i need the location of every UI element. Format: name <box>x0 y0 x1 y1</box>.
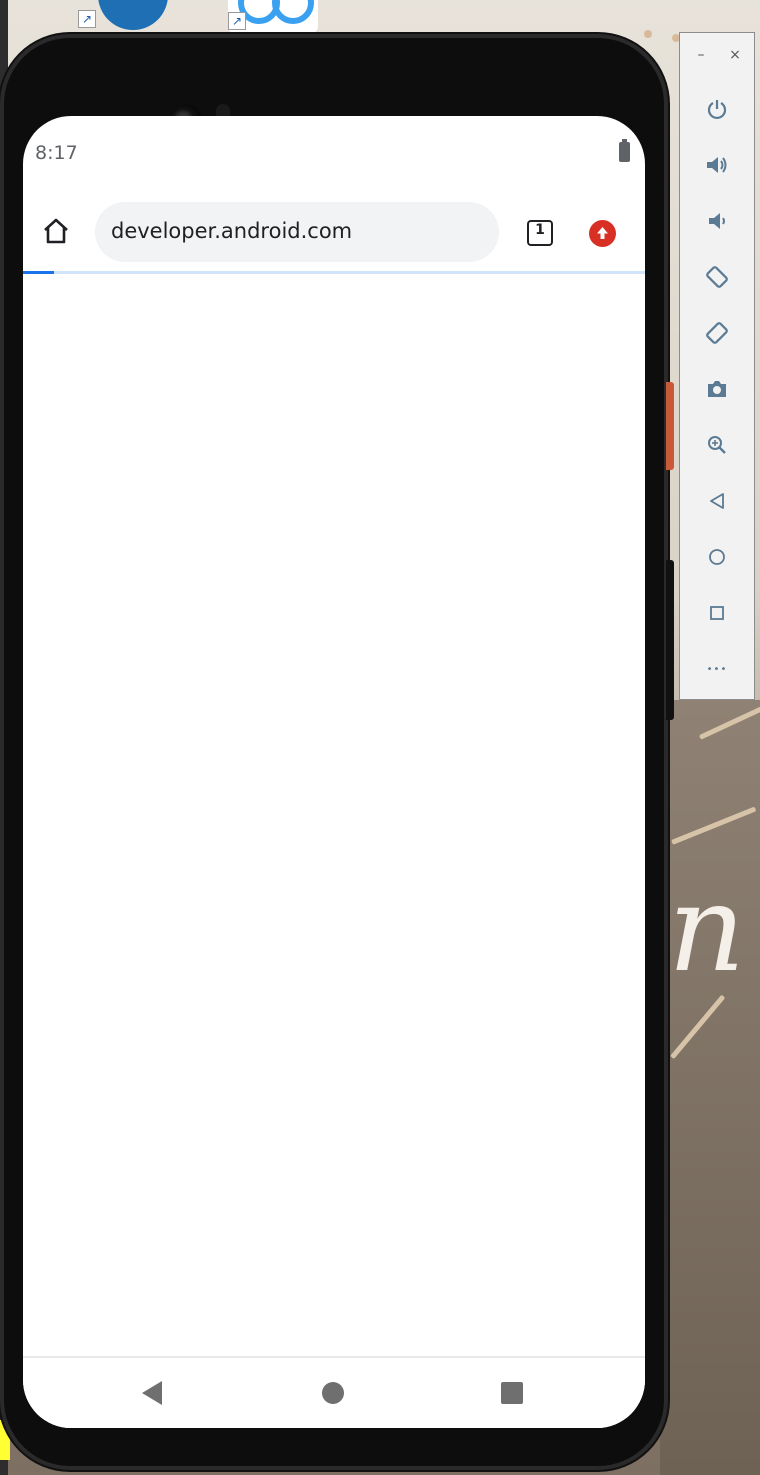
address-bar[interactable]: developer.android.com <box>95 202 499 262</box>
emulator-title-bar: – × <box>680 33 754 79</box>
recents-icon[interactable] <box>501 1382 523 1404</box>
system-nav-bar <box>23 1356 645 1428</box>
volume-side-button[interactable] <box>666 560 674 720</box>
wallpaper <box>660 700 760 1475</box>
battery-icon <box>619 139 630 162</box>
more-icon[interactable]: ••• <box>702 654 732 684</box>
home-icon[interactable] <box>702 542 732 572</box>
volume-up-icon[interactable] <box>702 150 732 180</box>
progress-fill <box>23 271 55 274</box>
shortcut-arrow-icon: ↗ <box>78 10 96 28</box>
tab-switcher-icon[interactable]: 1 <box>527 220 553 246</box>
home-icon[interactable] <box>41 216 77 252</box>
shortcut-arrow-icon: ↗ <box>228 12 246 30</box>
tab-count: 1 <box>535 222 545 238</box>
minimize-icon[interactable]: – <box>692 47 710 63</box>
rotate-left-icon[interactable] <box>702 262 732 292</box>
wallpaper-lettering: n <box>668 860 746 999</box>
back-icon[interactable] <box>141 1380 163 1410</box>
wallpaper-dot <box>644 30 652 38</box>
desktop-shortcut-icon[interactable]: ↗ <box>228 0 318 34</box>
web-content[interactable] <box>23 276 645 1356</box>
volume-down-icon[interactable] <box>702 206 732 236</box>
power-side-button[interactable] <box>666 382 674 470</box>
phone-screen: 8:17 developer.android.com 1 <box>23 116 645 1428</box>
home-circle-icon[interactable] <box>322 1382 344 1404</box>
zoom-icon[interactable] <box>702 430 732 460</box>
desktop-shortcut-icon[interactable]: ↗ <box>78 0 168 30</box>
status-bar: 8:17 <box>23 116 645 190</box>
browser-toolbar: developer.android.com 1 <box>23 190 645 274</box>
page-load-progress <box>23 271 645 274</box>
update-available-icon[interactable] <box>589 220 616 247</box>
power-icon[interactable] <box>702 94 732 124</box>
overview-icon[interactable] <box>702 598 732 628</box>
back-icon[interactable] <box>702 486 732 516</box>
close-icon[interactable]: × <box>726 47 744 63</box>
emulator-toolbar: – × ••• <box>679 32 755 700</box>
url-text[interactable]: developer.android.com <box>111 219 352 243</box>
camera-icon[interactable] <box>702 374 732 404</box>
rotate-right-icon[interactable] <box>702 318 732 348</box>
status-clock: 8:17 <box>35 142 78 164</box>
